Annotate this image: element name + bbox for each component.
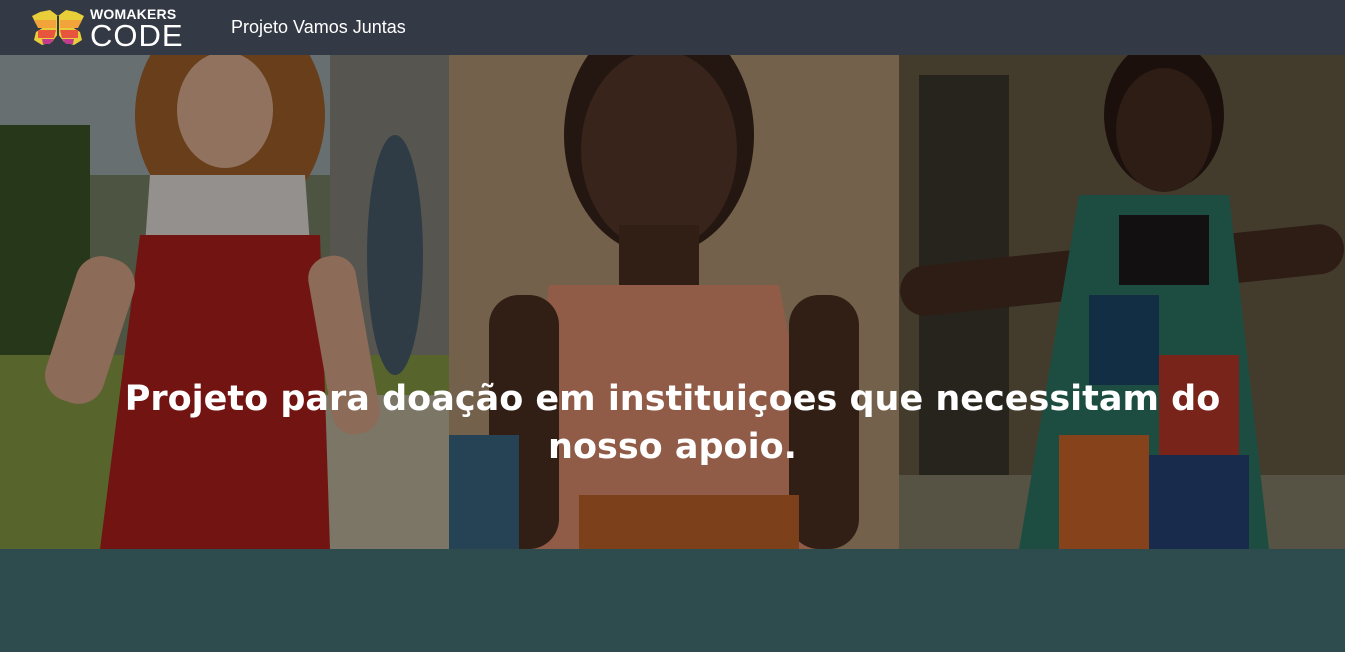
brand-bottom-text: CODE: [90, 18, 184, 53]
butterfly-logo-icon: [32, 9, 84, 45]
hero-dark-overlay: [0, 55, 1345, 549]
brand-wordmark: WOMAKERS CODE: [90, 7, 184, 53]
hero-title: Projeto para doação em instituiçoes que …: [124, 379, 1221, 467]
brand-logo-link[interactable]: WOMAKERS CODE: [30, 5, 202, 53]
content-section-background: [0, 549, 1345, 652]
hero-banner: Projeto para doação em instituiçoes que …: [0, 55, 1345, 549]
navbar: WOMAKERS CODE Projeto Vamos Juntas: [0, 0, 1345, 55]
nav-project-title[interactable]: Projeto Vamos Juntas: [231, 16, 406, 38]
